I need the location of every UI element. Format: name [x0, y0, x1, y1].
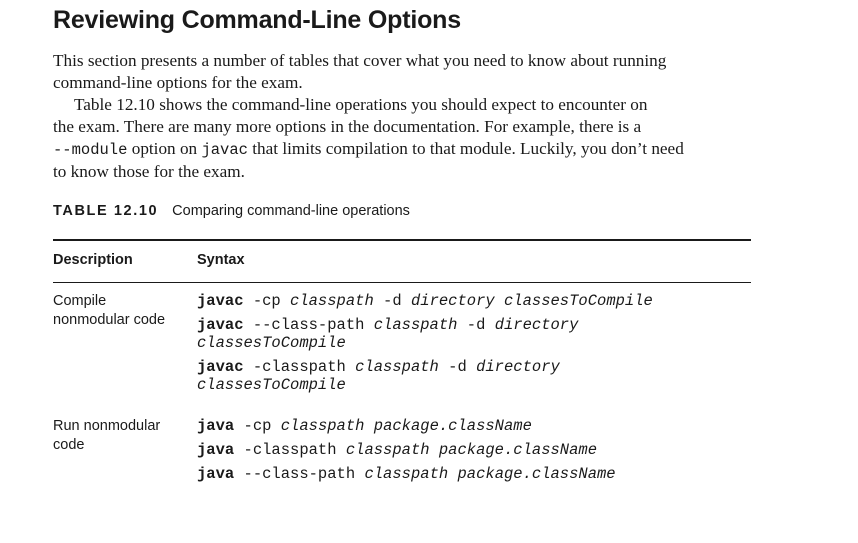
column-header-description: Description [53, 252, 133, 268]
syntax-line: java -classpath classpath package.classN… [197, 441, 597, 459]
syntax-argument: directory [410, 292, 495, 310]
paragraph-2-text: that limits compilation to that module. … [247, 139, 684, 158]
syntax-line: javac -cp classpath -d directory classes… [197, 292, 653, 310]
syntax-option: --class-path [243, 316, 374, 334]
syntax-argument: classpath [280, 417, 365, 435]
section-title: Reviewing Command-Line Options [53, 6, 461, 34]
syntax-option [364, 417, 373, 435]
syntax-argument: classpath [364, 465, 449, 483]
syntax-line-continuation: classesToCompile [197, 334, 346, 352]
syntax-command: javac [197, 292, 244, 310]
description-line: Run nonmodular [53, 418, 161, 434]
inline-code-javac: javac [201, 141, 248, 159]
syntax-argument: directory [494, 316, 579, 334]
paragraph-2-line-4: to know those for the exam. [53, 162, 245, 181]
syntax-argument: classpath [355, 358, 439, 376]
table-caption: TABLE 12.10 Comparing command-line operat… [53, 203, 410, 219]
table-row-description: Run nonmodular code [53, 417, 193, 455]
table-header-rule [53, 282, 751, 283]
paragraph-1-line-1: This section presents a number of tables… [53, 51, 667, 70]
syntax-argument: directory [476, 358, 560, 376]
syntax-argument: classesToCompile [197, 334, 346, 352]
syntax-argument: classesToCompile [197, 376, 346, 394]
syntax-line: java --class-path classpath package.clas… [197, 465, 616, 483]
syntax-option: -d [438, 358, 477, 376]
syntax-command: javac [197, 358, 244, 376]
syntax-command: java [197, 465, 235, 483]
paragraph-1-line-2: command-line options for the exam. [53, 73, 303, 92]
syntax-line: java -cp classpath package.className [197, 417, 532, 435]
description-line: nonmodular code [53, 312, 166, 328]
paragraph-2-line-3: --module option on javac that limits com… [53, 138, 773, 161]
description-line: Compile [53, 293, 107, 309]
body-text: This section presents a number of tables… [53, 50, 773, 183]
syntax-argument: package.className [373, 417, 532, 435]
paragraph-2-line-1: Table 12.10 shows the command-line opera… [74, 95, 648, 114]
table-number: TABLE 12.10 [53, 203, 159, 219]
syntax-option: -classpath [234, 441, 346, 459]
syntax-command: java [197, 417, 235, 435]
syntax-argument: classpath [345, 441, 430, 459]
syntax-argument: classpath [290, 292, 374, 310]
syntax-option: -classpath [243, 358, 356, 376]
paragraph-2-line-2: the exam. There are many more options in… [53, 117, 642, 136]
syntax-option [495, 292, 504, 310]
syntax-argument: classpath [373, 316, 458, 334]
inline-code-module: --module [53, 141, 128, 159]
syntax-option: -cp [234, 417, 281, 435]
syntax-option: -d [457, 316, 495, 334]
syntax-command: java [197, 441, 235, 459]
description-line: code [53, 437, 85, 453]
syntax-argument: package.className [457, 465, 616, 483]
syntax-line: javac -classpath classpath -d directory [197, 358, 560, 376]
syntax-option [430, 441, 439, 459]
syntax-option: --class-path [234, 465, 365, 483]
syntax-option: -d [373, 292, 411, 310]
table-caption-text: Comparing command-line operations [172, 203, 410, 219]
syntax-option: -cp [243, 292, 291, 310]
paragraph-2-text: option on [127, 139, 202, 158]
column-header-syntax: Syntax [197, 252, 245, 268]
syntax-line: javac --class-path classpath -d director… [197, 316, 578, 334]
syntax-argument: package.className [438, 441, 598, 459]
table-top-rule [53, 239, 751, 241]
syntax-argument: classesToCompile [504, 292, 653, 310]
syntax-line-continuation: classesToCompile [197, 376, 346, 394]
table-row-description: Compile nonmodular code [53, 292, 193, 330]
syntax-command: javac [197, 316, 244, 334]
